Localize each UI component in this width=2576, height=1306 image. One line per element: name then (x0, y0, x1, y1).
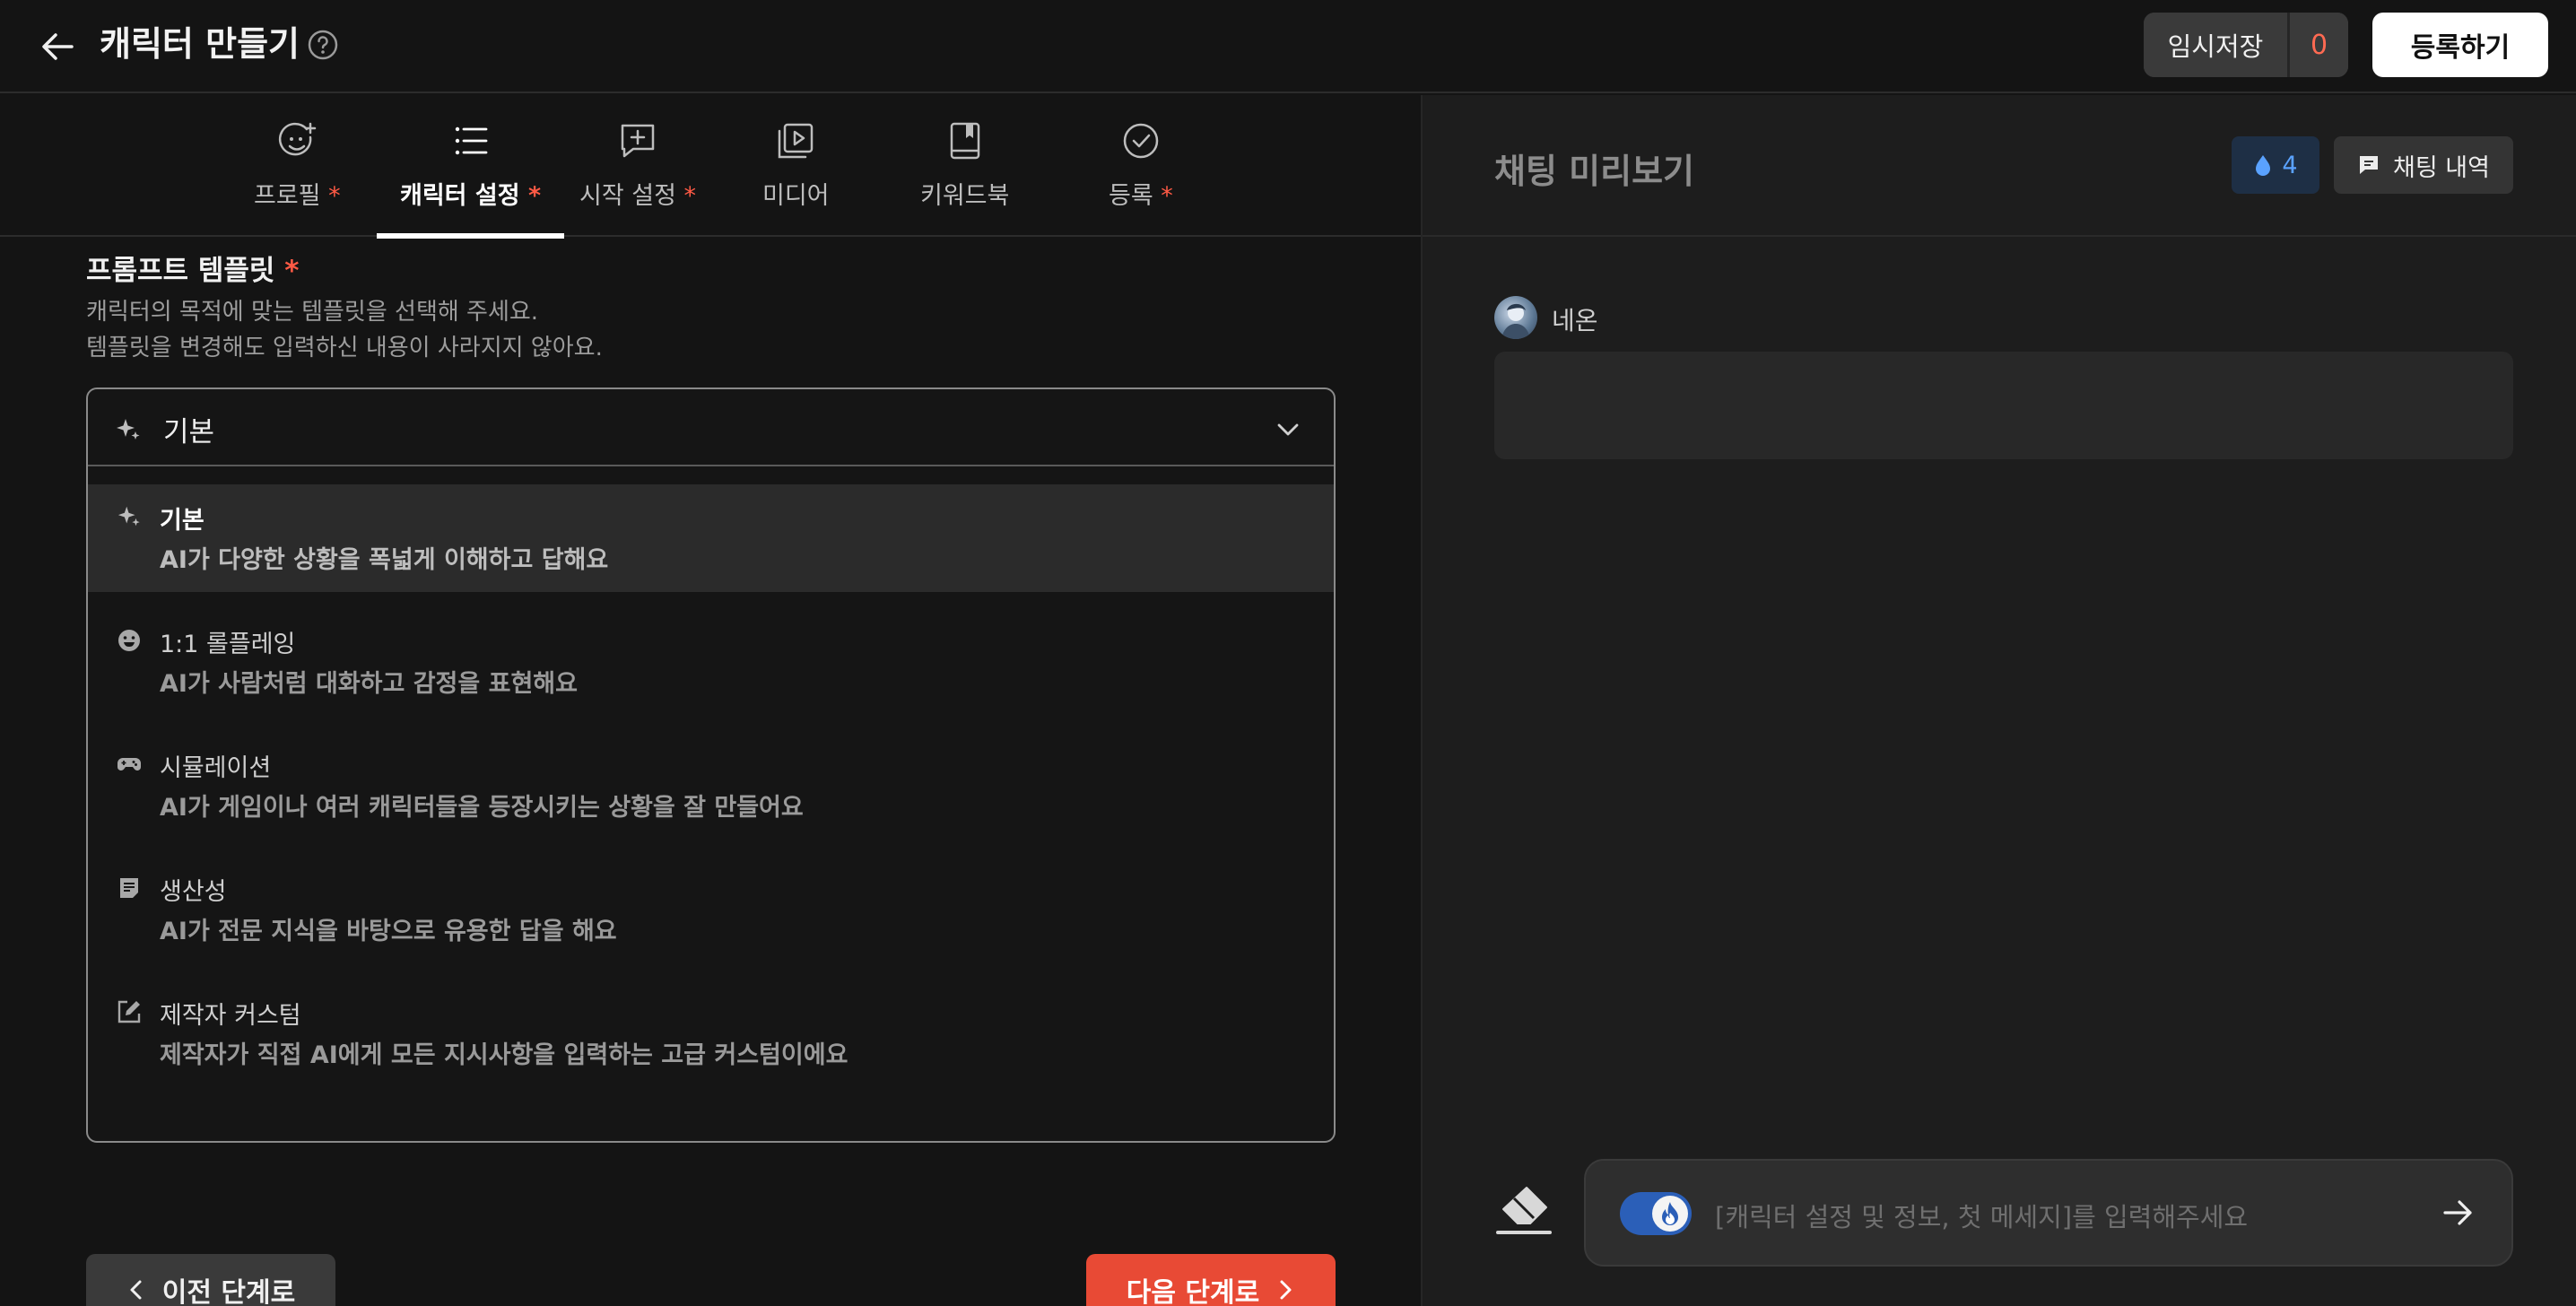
template-option-basic[interactable]: 기본 AI가 다양한 상황을 폭넓게 이해하고 답해요 (88, 484, 1334, 592)
tab-label: 캐릭터 설정 (400, 182, 520, 210)
water-drop-icon (2256, 155, 2271, 176)
required-mark: * (683, 182, 697, 210)
tab-label: 키워드북 (920, 182, 1010, 210)
sparkle-icon (117, 419, 140, 440)
smile-face-icon (118, 630, 140, 651)
prev-step-label: 이전 단계로 (161, 1277, 296, 1306)
tab-media[interactable]: 미디어 (762, 118, 830, 237)
chat-history-icon (2360, 156, 2379, 174)
chat-input[interactable]: [캐릭터 설정 및 정보, 첫 메세지]를 입력해주세요 (1584, 1159, 2513, 1267)
tab-keyword-book[interactable]: 키워드북 (920, 118, 1009, 237)
preview-header: 채팅 미리보기 4 채팅 내역 (1423, 95, 2576, 237)
avatar-image (1501, 303, 1530, 339)
check-circle-icon (1123, 123, 1159, 159)
page-title: 캐릭터 만들기 (100, 24, 300, 64)
chat-history-button[interactable]: 채팅 내역 (2334, 136, 2513, 194)
required-mark: * (328, 182, 341, 210)
avatar (1494, 296, 1537, 339)
tab-start-settings[interactable]: 시작 설정 * (579, 118, 696, 237)
option-description: 제작자가 직접 AI에게 모든 지시사항을 입력하는 고급 커스텀이에요 (160, 1041, 849, 1069)
next-step-button[interactable]: 다음 단계로 (1086, 1254, 1336, 1306)
template-select-value: 기본 (163, 416, 215, 448)
option-title: 기본 (160, 507, 205, 535)
chevron-left-icon (130, 1280, 142, 1300)
option-description: AI가 사람처럼 대화하고 감정을 표현해요 (160, 670, 578, 698)
media-play-icon (779, 123, 814, 159)
message-bubble (1494, 352, 2513, 459)
option-description: AI가 게임이나 여러 캐릭터들을 등장시키는 상황을 잘 만들어요 (160, 794, 804, 822)
template-select-trigger[interactable]: 기본 (88, 389, 1334, 466)
chat-plus-icon (621, 124, 655, 158)
template-option-productivity[interactable]: 생산성 AI가 전문 지식을 바탕으로 유용한 답을 해요 (88, 856, 1334, 963)
required-mark: * (1161, 182, 1173, 210)
draft-save-group: 임시저장 0 (2144, 13, 2348, 77)
template-option-custom[interactable]: 제작자 커스텀 제작자가 직접 AI에게 모든 지시사항을 입력하는 고급 커스… (88, 980, 1334, 1087)
help-icon[interactable] (307, 29, 339, 61)
chat-history-label: 채팅 내역 (2393, 153, 2490, 182)
tab-label: 등록 (1109, 182, 1153, 210)
document-icon (120, 878, 138, 898)
drop-count: 4 (2282, 151, 2298, 179)
drop-count-badge[interactable]: 4 (2232, 136, 2319, 194)
option-title: 시뮬레이션 (160, 754, 272, 782)
top-bar: 캐릭터 만들기 임시저장 0 등록하기 (0, 0, 2576, 93)
step-tabs: 프로필 * 캐릭터 설정 * 시작 설정 * 미디어 키워드북 등록 * (0, 95, 1421, 239)
smiley-plus-icon (279, 122, 317, 156)
flame-icon (1662, 1202, 1678, 1225)
tab-label: 미디어 (762, 182, 830, 210)
sparkle-icon (117, 506, 140, 527)
section-title: 프롬프트 템플릿 * (86, 255, 300, 287)
chevron-down-icon (1277, 423, 1299, 436)
draft-save-button[interactable]: 임시저장 (2144, 13, 2287, 77)
option-title: 제작자 커스텀 (160, 1002, 301, 1030)
template-option-roleplay[interactable]: 1:1 롤플레잉 AI가 사람처럼 대화하고 감정을 표현해요 (88, 608, 1334, 716)
required-mark: * (284, 255, 300, 287)
option-description: AI가 다양한 상황을 폭넓게 이해하고 답해요 (160, 546, 609, 574)
option-description: AI가 전문 지식을 바탕으로 유용한 답을 해요 (160, 918, 617, 945)
back-button[interactable] (32, 23, 83, 70)
tab-label: 시작 설정 (579, 182, 676, 210)
send-arrow-icon[interactable] (2440, 1195, 2476, 1231)
boost-toggle[interactable] (1620, 1192, 1692, 1235)
gamepad-icon (117, 758, 141, 771)
prev-step-button[interactable]: 이전 단계로 (86, 1254, 335, 1306)
template-select[interactable]: 기본 기본 AI가 다양한 상황을 폭넓게 이해하고 답해요 1:1 롤플레잉 … (86, 387, 1336, 1143)
arrow-left-icon (42, 33, 74, 60)
chat-preview-panel: 채팅 미리보기 4 채팅 내역 네온 [캐릭터 설정 및 정보, 첫 메세지]를… (1421, 95, 2576, 1306)
section-description: 캐릭터의 목적에 맞는 템플릿을 선택해 주세요. 템플릿을 변경해도 입력하신… (86, 299, 603, 361)
next-step-label: 다음 단계로 (1126, 1277, 1260, 1306)
preview-title: 채팅 미리보기 (1494, 152, 1694, 191)
character-name: 네온 (1552, 306, 1598, 335)
list-icon (455, 126, 487, 155)
tab-register[interactable]: 등록 * (1109, 118, 1173, 237)
editor-panel: 프로필 * 캐릭터 설정 * 시작 설정 * 미디어 키워드북 등록 * 프롬프… (0, 95, 1421, 1306)
tab-character-settings[interactable]: 캐릭터 설정 * (376, 118, 565, 239)
tab-label: 프로필 (254, 182, 321, 210)
chat-input-placeholder: [캐릭터 설정 및 정보, 첫 메세지]를 입력해주세요 (1715, 1202, 2249, 1232)
book-icon (950, 122, 979, 160)
edit-square-icon (117, 1000, 141, 1023)
eraser-icon[interactable] (1494, 1180, 1553, 1240)
option-title: 생산성 (160, 878, 227, 906)
required-mark: * (528, 182, 542, 210)
register-button[interactable]: 등록하기 (2372, 13, 2548, 77)
draft-count-badge[interactable]: 0 (2287, 13, 2348, 77)
option-title: 1:1 롤플레잉 (160, 631, 296, 658)
template-option-simulation[interactable]: 시뮬레이션 AI가 게임이나 여러 캐릭터들을 등장시키는 상황을 잘 만들어요 (88, 732, 1334, 840)
tab-profile[interactable]: 프로필 * (254, 118, 341, 237)
chevron-right-icon (1280, 1280, 1292, 1300)
